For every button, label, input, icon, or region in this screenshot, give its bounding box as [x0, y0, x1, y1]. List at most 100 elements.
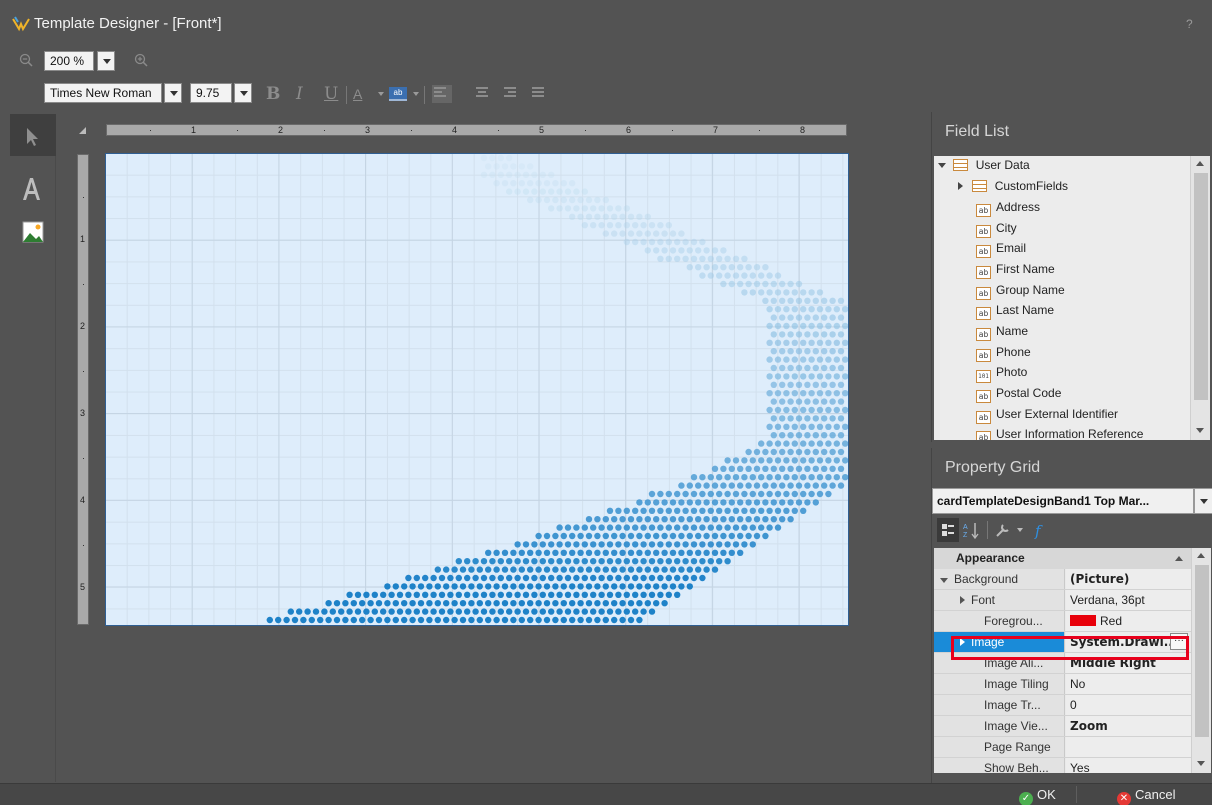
- list-item[interactable]: ab Email: [976, 241, 1026, 261]
- zoom-select[interactable]: 200 %: [44, 51, 94, 71]
- image-tool[interactable]: [10, 214, 56, 256]
- collapse-category-icon[interactable]: [1175, 556, 1183, 561]
- property-row-image-transparency[interactable]: Image Tr... 0: [934, 695, 1191, 716]
- property-row-image-view-mode[interactable]: Image Vie... Zoom: [934, 716, 1191, 737]
- align-right-icon[interactable]: [504, 87, 518, 100]
- pattern-dot: [842, 423, 848, 430]
- property-pages-button[interactable]: [992, 518, 1014, 542]
- scroll-thumb[interactable]: [1194, 173, 1208, 400]
- zoom-out-icon[interactable]: [19, 53, 33, 70]
- expand-icon[interactable]: [958, 182, 963, 190]
- field-tree[interactable]: User Data CustomFields ab Address ab City …: [934, 156, 1190, 440]
- ok-button[interactable]: ✓ OK: [1019, 787, 1056, 805]
- background-picture-dot-pattern: [266, 154, 848, 624]
- property-row-image-tiling[interactable]: Image Tiling No: [934, 674, 1191, 695]
- pattern-dot: [770, 415, 777, 422]
- font-size-dropdown-button[interactable]: [234, 83, 252, 103]
- pattern-dot: [821, 331, 828, 338]
- pattern-dot: [674, 490, 681, 498]
- pattern-dot: [552, 549, 559, 556]
- highlight-color-button[interactable]: ab: [389, 87, 407, 101]
- scroll-up-icon[interactable]: [1197, 553, 1205, 558]
- pattern-dot: [510, 566, 517, 573]
- scroll-down-icon[interactable]: [1196, 428, 1204, 433]
- zoom-in-icon[interactable]: [134, 53, 148, 70]
- category-appearance[interactable]: Appearance: [934, 548, 1191, 569]
- pattern-dot: [711, 264, 719, 271]
- pattern-dot: [606, 558, 614, 565]
- pattern-dot: [800, 289, 807, 296]
- pointer-tool[interactable]: [10, 114, 56, 156]
- pattern-dot: [598, 524, 605, 531]
- pattern-dot: [405, 574, 412, 582]
- tree-node-user-data[interactable]: User Data: [938, 158, 1030, 178]
- pattern-dot: [737, 280, 744, 288]
- zoom-dropdown-button[interactable]: [97, 51, 115, 71]
- pattern-dot: [560, 180, 567, 187]
- pattern-dot: [426, 583, 433, 590]
- object-selector[interactable]: cardTemplateDesignBand1 Top Mar...: [932, 488, 1194, 514]
- property-row-background[interactable]: Background (Picture): [934, 569, 1191, 590]
- pattern-dot: [451, 600, 458, 607]
- align-left-icon[interactable]: [432, 85, 452, 103]
- dropdown-icon[interactable]: [1017, 528, 1023, 532]
- bold-button[interactable]: B: [266, 84, 280, 104]
- list-item[interactable]: ab First Name: [976, 262, 1055, 282]
- property-row-font[interactable]: Font Verdana, 36pt: [934, 590, 1191, 611]
- pattern-dot: [438, 591, 446, 598]
- align-justify-icon[interactable]: [532, 87, 546, 100]
- underline-button[interactable]: U: [324, 84, 338, 104]
- pattern-dot: [812, 499, 819, 506]
- font-color-dropdown-icon[interactable]: [378, 92, 384, 96]
- alphabetical-button[interactable]: AZ: [960, 518, 982, 542]
- tree-node-customfields[interactable]: CustomFields: [958, 179, 1068, 199]
- expression-button[interactable]: f: [1030, 518, 1052, 542]
- list-item[interactable]: ab User External Identifier: [976, 407, 1118, 427]
- pattern-dot: [485, 583, 492, 590]
- font-color-button[interactable]: A: [353, 86, 362, 102]
- property-row-page-range[interactable]: Page Range: [934, 737, 1191, 758]
- scroll-thumb[interactable]: [1195, 565, 1209, 737]
- pattern-dot: [762, 264, 769, 271]
- italic-button[interactable]: I: [296, 84, 303, 104]
- list-item[interactable]: ab Last Name: [976, 303, 1054, 323]
- pattern-dot: [518, 163, 525, 170]
- list-item[interactable]: 101 Photo: [976, 365, 1027, 385]
- categorized-button[interactable]: [937, 518, 959, 542]
- font-family-select[interactable]: Times New Roman: [44, 83, 162, 103]
- design-canvas[interactable]: [105, 153, 849, 626]
- horizontal-ruler[interactable]: 1 2 3 4 5 6 7 8: [106, 124, 847, 136]
- list-item[interactable]: ab Address: [976, 200, 1040, 220]
- scroll-up-icon[interactable]: [1196, 161, 1204, 166]
- collapse-icon[interactable]: [938, 163, 946, 168]
- pattern-dot: [443, 600, 450, 607]
- font-family-dropdown-button[interactable]: [164, 83, 182, 103]
- field-list-scrollbar[interactable]: [1190, 156, 1210, 440]
- list-item[interactable]: ab City: [976, 221, 1017, 241]
- object-selector-dropdown-button[interactable]: [1194, 488, 1212, 514]
- list-item[interactable]: ab Group Name: [976, 283, 1065, 303]
- list-item[interactable]: ab Phone: [976, 345, 1031, 365]
- pattern-dot: [497, 574, 504, 582]
- font-size-select[interactable]: 9.75: [190, 83, 232, 103]
- pattern-dot: [829, 482, 836, 489]
- collapse-icon[interactable]: [940, 578, 948, 583]
- list-item[interactable]: ab User Information Reference: [976, 427, 1143, 440]
- scroll-down-icon[interactable]: [1197, 761, 1205, 766]
- help-icon[interactable]: ?: [1186, 17, 1193, 31]
- expand-icon[interactable]: [960, 596, 965, 604]
- pattern-dot: [812, 331, 819, 338]
- vertical-ruler[interactable]: 1 2 3 4 5: [77, 154, 89, 625]
- highlight-dropdown-icon[interactable]: [413, 92, 419, 96]
- pattern-dot: [808, 356, 815, 363]
- property-grid-scrollbar[interactable]: [1191, 548, 1211, 773]
- pattern-dot: [636, 566, 643, 573]
- align-center-icon[interactable]: [476, 87, 490, 100]
- image-property-highlight: [951, 636, 1189, 660]
- list-item[interactable]: ab Name: [976, 324, 1028, 344]
- list-item[interactable]: ab Postal Code: [976, 386, 1061, 406]
- cancel-button[interactable]: ✕ Cancel: [1117, 787, 1175, 805]
- property-row-foreground[interactable]: Foregrou... Red: [934, 611, 1191, 632]
- text-tool[interactable]: [10, 170, 56, 212]
- property-row-show-behind[interactable]: Show Beh... Yes: [934, 758, 1191, 773]
